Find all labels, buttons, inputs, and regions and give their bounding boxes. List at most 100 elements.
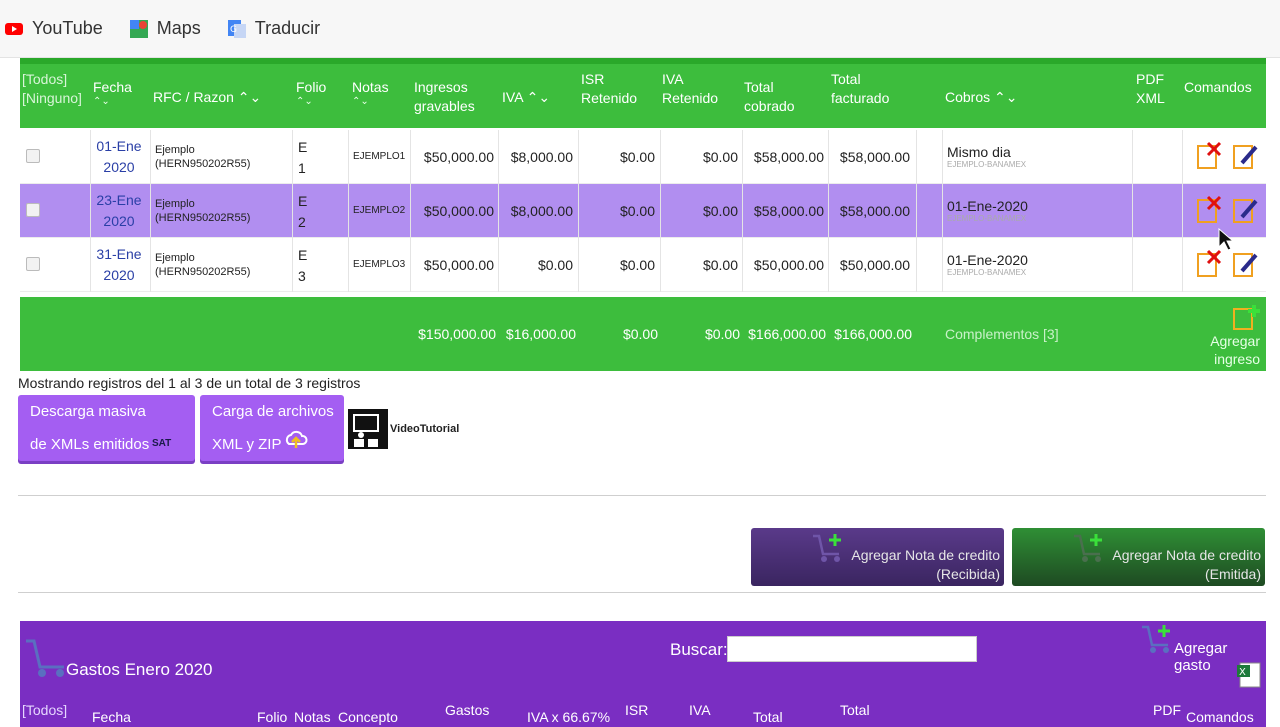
col-folio[interactable]: Folio xyxy=(257,709,287,725)
row-isr: $0.00 xyxy=(619,257,655,273)
col-fecha[interactable]: Fecha xyxy=(92,709,131,725)
row-total-facturado: $58,000.00 xyxy=(839,203,910,219)
edit-icon[interactable] xyxy=(1232,249,1258,277)
col-rfc[interactable]: RFC / Razon ⌃⌄ xyxy=(153,88,261,107)
search-input[interactable] xyxy=(727,636,977,662)
col-total-2[interactable]: Total xyxy=(840,702,870,718)
svg-text:G: G xyxy=(230,25,237,35)
col-iva[interactable]: IVA ⌃⌄ xyxy=(502,88,550,107)
cart-icon xyxy=(24,635,68,679)
col-gastos[interactable]: Gastos xyxy=(445,702,489,718)
row-iva-ret: $0.00 xyxy=(702,257,738,273)
row-total-cobrado: $58,000.00 xyxy=(753,203,824,219)
bookmark-maps[interactable]: Maps xyxy=(129,18,201,39)
bookmark-youtube[interactable]: YouTube xyxy=(4,18,103,39)
maps-icon xyxy=(129,19,149,39)
total-isr: $0.00 xyxy=(622,326,658,342)
select-all-link[interactable]: [Todos] xyxy=(22,702,67,718)
total-ingresos: $150,000.00 xyxy=(418,326,496,342)
col-isr[interactable]: ISR xyxy=(625,702,648,718)
row-iva: $8,000.00 xyxy=(510,149,573,165)
row-isr: $0.00 xyxy=(619,149,655,165)
excel-export-icon[interactable]: X xyxy=(1236,661,1262,689)
row-iva: $8,000.00 xyxy=(510,203,573,219)
income-table-header: [Todos] [Ninguno] Fecha ⌃⌄ RFC / Razon ⌃⌄ … xyxy=(20,58,1266,128)
row-folio: E 1 xyxy=(298,139,308,176)
video-tutorial-link[interactable]: VideoTutorial xyxy=(348,409,459,449)
upload-files-button[interactable]: Carga de archivos XML y ZIP xyxy=(200,395,344,461)
row-ingresos: $50,000.00 xyxy=(423,203,494,219)
row-total-facturado: $58,000.00 xyxy=(839,149,910,165)
col-concepto[interactable]: Concepto xyxy=(338,709,398,725)
row-notas: EJEMPLO2 xyxy=(353,205,406,216)
row-iva: $0.00 xyxy=(537,257,573,273)
add-credit-note-issued-button[interactable]: Agregar Nota de credito (Emitida) xyxy=(1012,528,1265,586)
col-comandos: Comandos xyxy=(1186,709,1254,725)
select-none-link[interactable]: [Ninguno] xyxy=(22,90,82,106)
col-iva-pct[interactable]: IVA x 66.67% xyxy=(527,709,610,725)
total-iva-ret: $0.00 xyxy=(704,326,740,342)
row-total-cobrado: $50,000.00 xyxy=(753,257,824,273)
total-iva: $16,000.00 xyxy=(505,326,576,342)
delete-icon[interactable] xyxy=(1196,249,1222,277)
col-isr[interactable]: ISR Retenido xyxy=(581,70,643,108)
table-row[interactable]: 23-Ene 2020 Ejemplo (HERN950202R55) E 2 E… xyxy=(20,184,1266,238)
col-fecha[interactable]: Fecha ⌃⌄ xyxy=(93,78,132,107)
col-total-facturado[interactable]: Total facturado xyxy=(831,70,889,108)
youtube-icon xyxy=(4,19,24,39)
table-row[interactable]: 31-Ene 2020 Ejemplo (HERN950202R55) E 3 E… xyxy=(20,238,1266,292)
divider xyxy=(18,495,1266,496)
delete-icon[interactable] xyxy=(1196,141,1222,169)
col-total-cobrado[interactable]: Total cobrado xyxy=(744,78,800,116)
row-cobros[interactable]: 01-Ene-2020 EJEMPLO-BANAMEX xyxy=(947,252,1028,277)
divider xyxy=(18,592,1266,593)
expenses-table-header: [Todos] Fecha Folio Notas Concepto Gasto… xyxy=(20,697,1266,727)
col-ingresos[interactable]: Ingresos gravables xyxy=(414,78,476,116)
add-income-icon[interactable] xyxy=(1232,303,1262,331)
bookmark-traducir[interactable]: G Traducir xyxy=(227,18,320,39)
bulk-download-button[interactable]: Descarga masiva de XMLs emitidos SAT xyxy=(18,395,195,461)
add-income-button[interactable]: Agregar ingreso xyxy=(1200,332,1260,368)
select-all-link[interactable]: [Todos] [Ninguno] xyxy=(22,70,82,108)
col-pdf[interactable]: PDF xyxy=(1153,702,1181,718)
row-notas: EJEMPLO1 xyxy=(353,151,406,162)
row-folio: E 2 xyxy=(298,193,308,230)
row-cobros[interactable]: Mismo dia EJEMPLO-BANAMEX xyxy=(947,144,1026,169)
add-credit-note-received-button[interactable]: Agregar Nota de credito (Recibida) xyxy=(751,528,1004,586)
row-folio: E 3 xyxy=(298,247,308,284)
row-checkbox[interactable] xyxy=(26,203,40,217)
row-checkbox[interactable] xyxy=(26,149,40,163)
col-iva[interactable]: IVA xyxy=(689,702,711,718)
cart-plus-icon[interactable] xyxy=(1140,623,1174,655)
row-fecha[interactable]: 31-Ene 2020 xyxy=(90,244,148,286)
total-cobrado: $166,000.00 xyxy=(748,326,826,342)
row-total-cobrado: $58,000.00 xyxy=(753,149,824,165)
col-iva-ret[interactable]: IVA Retenido xyxy=(662,70,724,108)
row-total-facturado: $50,000.00 xyxy=(839,257,910,273)
expenses-title: Gastos Enero 2020 xyxy=(66,660,213,679)
table-row[interactable]: 01-Ene 2020 Ejemplo (HERN950202R55) E 1 E… xyxy=(20,130,1266,184)
records-info: Mostrando registros del 1 al 3 de un tot… xyxy=(18,375,361,391)
col-pdf-xml[interactable]: PDF XML xyxy=(1136,70,1166,108)
col-cobros[interactable]: Cobros ⌃⌄ xyxy=(945,88,1018,107)
row-fecha[interactable]: 23-Ene 2020 xyxy=(90,190,148,232)
row-rfc: Ejemplo (HERN950202R55) xyxy=(155,252,251,278)
mouse-cursor-icon xyxy=(1218,228,1234,252)
edit-icon[interactable] xyxy=(1232,141,1258,169)
edit-icon[interactable] xyxy=(1232,195,1258,223)
complementos-link[interactable]: Complementos [3] xyxy=(945,326,1059,342)
delete-icon[interactable] xyxy=(1196,195,1222,223)
col-notas[interactable]: Notas ⌃⌄ xyxy=(352,78,389,107)
col-folio[interactable]: Folio ⌃⌄ xyxy=(296,78,326,107)
row-checkbox[interactable] xyxy=(26,257,40,271)
row-iva-ret: $0.00 xyxy=(702,203,738,219)
col-total[interactable]: Total xyxy=(753,709,783,725)
col-notas[interactable]: Notas xyxy=(294,709,331,725)
row-iva-ret: $0.00 xyxy=(702,149,738,165)
col-comandos: Comandos xyxy=(1184,79,1252,95)
income-totals-row: $150,000.00 $16,000.00 $0.00 $0.00 $166,… xyxy=(20,297,1266,371)
row-fecha[interactable]: 01-Ene 2020 xyxy=(90,136,148,178)
bookmark-label: YouTube xyxy=(32,18,103,38)
row-cobros[interactable]: 01-Ene-2020 EJEMPLO-BANAMEX xyxy=(947,198,1028,223)
total-facturado: $166,000.00 xyxy=(834,326,912,342)
